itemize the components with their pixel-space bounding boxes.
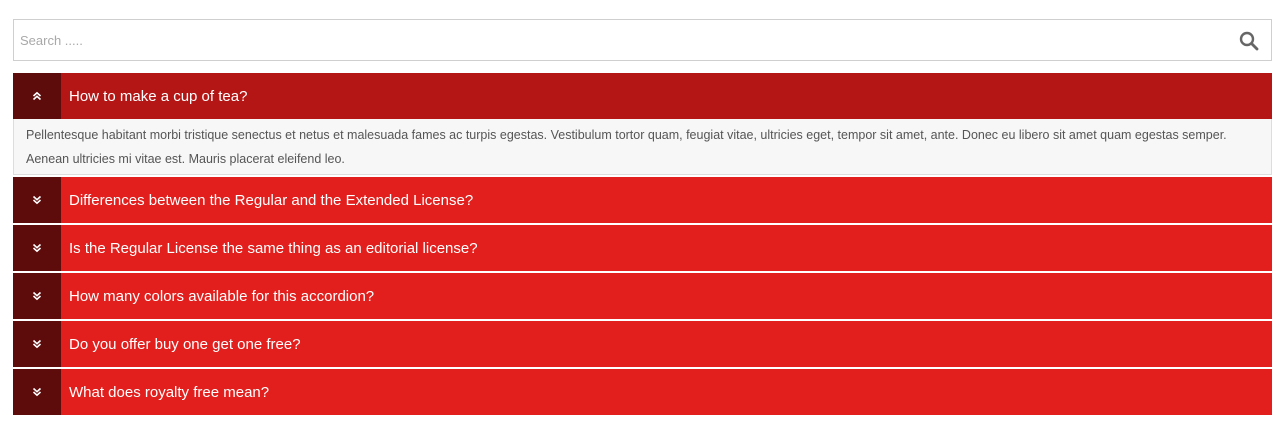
accordion-item: How many colors available for this accor… bbox=[13, 273, 1272, 319]
search-box bbox=[13, 19, 1272, 61]
accordion-header[interactable]: What does royalty free mean? bbox=[13, 369, 1272, 415]
chevron-double-down-icon[interactable] bbox=[13, 321, 61, 367]
accordion-item: How to make a cup of tea? Pellentesque h… bbox=[13, 73, 1272, 175]
accordion-header[interactable]: Differences between the Regular and the … bbox=[13, 177, 1272, 223]
accordion-item: Differences between the Regular and the … bbox=[13, 177, 1272, 223]
chevron-double-down-icon[interactable] bbox=[13, 177, 61, 223]
search-input[interactable] bbox=[14, 20, 1271, 60]
accordion-item: Do you offer buy one get one free? bbox=[13, 321, 1272, 367]
accordion-header[interactable]: Do you offer buy one get one free? bbox=[13, 321, 1272, 367]
accordion-header[interactable]: How to make a cup of tea? bbox=[13, 73, 1272, 119]
accordion-title: Is the Regular License the same thing as… bbox=[69, 239, 478, 257]
accordion-title: How many colors available for this accor… bbox=[69, 287, 375, 305]
faq-widget: How to make a cup of tea? Pellentesque h… bbox=[13, 19, 1272, 415]
accordion: How to make a cup of tea? Pellentesque h… bbox=[13, 73, 1272, 415]
chevron-double-up-icon[interactable] bbox=[13, 73, 61, 119]
chevron-double-down-icon[interactable] bbox=[13, 369, 61, 415]
accordion-title: How to make a cup of tea? bbox=[69, 87, 248, 105]
accordion-item: Is the Regular License the same thing as… bbox=[13, 225, 1272, 271]
accordion-header[interactable]: Is the Regular License the same thing as… bbox=[13, 225, 1272, 271]
accordion-title: Differences between the Regular and the … bbox=[69, 191, 474, 209]
accordion-title: Do you offer buy one get one free? bbox=[69, 335, 301, 353]
chevron-double-down-icon[interactable] bbox=[13, 273, 61, 319]
accordion-content: Pellentesque habitant morbi tristique se… bbox=[13, 119, 1272, 175]
chevron-double-down-icon[interactable] bbox=[13, 225, 61, 271]
search-icon[interactable] bbox=[1239, 31, 1259, 51]
accordion-item: What does royalty free mean? bbox=[13, 369, 1272, 415]
accordion-title: What does royalty free mean? bbox=[69, 383, 270, 401]
accordion-header[interactable]: How many colors available for this accor… bbox=[13, 273, 1272, 319]
